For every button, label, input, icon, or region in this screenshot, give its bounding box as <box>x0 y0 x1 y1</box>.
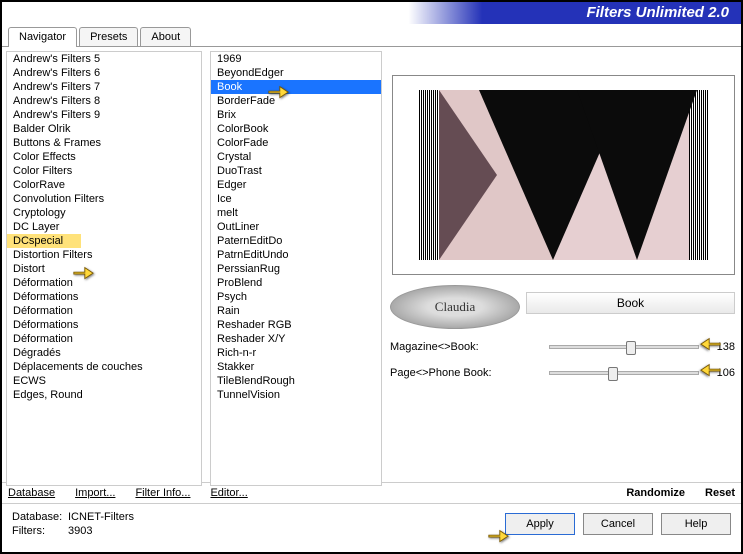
db-label: Database: <box>12 510 68 524</box>
list-item[interactable]: Edges, Round <box>7 388 201 402</box>
list-item[interactable]: Cryptology <box>7 206 201 220</box>
list-item[interactable]: Déformations <box>7 318 201 332</box>
param-value: 106 <box>707 367 735 379</box>
list-item[interactable]: Book <box>211 80 381 94</box>
category-list[interactable]: Andrew's Filters 5Andrew's Filters 6Andr… <box>6 51 202 486</box>
preview-frame <box>392 75 735 275</box>
list-item[interactable]: DCspecial <box>7 234 81 248</box>
param-slider[interactable] <box>549 371 699 375</box>
list-item[interactable]: DC Layer <box>7 220 201 234</box>
list-item[interactable]: ColorBook <box>211 122 381 136</box>
import-link[interactable]: Import... <box>75 487 115 499</box>
watermark-badge: Claudia <box>390 285 520 329</box>
list-item[interactable]: Ice <box>211 192 381 206</box>
param-slider[interactable] <box>549 345 699 349</box>
list-item[interactable]: Brix <box>211 108 381 122</box>
list-item[interactable]: ColorRave <box>7 178 201 192</box>
help-button[interactable]: Help <box>661 513 731 535</box>
param-row: Magazine<>Book: 138 <box>390 337 735 357</box>
parameter-panel: Magazine<>Book: 138 Page<>Phone Book: 106 <box>390 337 735 389</box>
list-item[interactable]: PerssianRug <box>211 262 381 276</box>
list-item[interactable]: Déformations <box>7 290 201 304</box>
preview-image <box>419 90 709 260</box>
tab-strip: Navigator Presets About <box>2 24 741 46</box>
filter-list[interactable]: 1969BeyondEdgerBookBorderFadeBrixColorBo… <box>210 51 382 486</box>
current-filter-title: Book <box>526 292 735 314</box>
list-item[interactable]: Déformation <box>7 276 201 290</box>
filters-label: Filters: <box>12 524 68 538</box>
tab-presets[interactable]: Presets <box>79 27 138 46</box>
list-item[interactable]: Déformation <box>7 332 201 346</box>
tab-about[interactable]: About <box>140 27 191 46</box>
list-item[interactable]: Andrew's Filters 7 <box>7 80 201 94</box>
param-label: Page<>Phone Book: <box>390 367 541 379</box>
cancel-button[interactable]: Cancel <box>583 513 653 535</box>
main-content: Andrew's Filters 5Andrew's Filters 6Andr… <box>2 46 741 482</box>
list-item[interactable]: TileBlendRough <box>211 374 381 388</box>
tab-navigator[interactable]: Navigator <box>8 27 77 47</box>
param-label: Magazine<>Book: <box>390 341 541 353</box>
list-item[interactable]: Crystal <box>211 150 381 164</box>
list-item[interactable]: 1969 <box>211 52 381 66</box>
list-item[interactable]: Convolution Filters <box>7 192 201 206</box>
right-panel: Claudia Book Magazine<>Book: 138 Page<>Pho… <box>386 47 741 482</box>
list-item[interactable]: Déformation <box>7 304 201 318</box>
list-item[interactable]: Stakker <box>211 360 381 374</box>
list-item[interactable]: Distortion Filters <box>7 248 201 262</box>
list-item[interactable]: OutLiner <box>211 220 381 234</box>
list-item[interactable]: Andrew's Filters 6 <box>7 66 201 80</box>
randomize-link[interactable]: Randomize <box>626 487 685 499</box>
list-item[interactable]: DuoTrast <box>211 164 381 178</box>
list-item[interactable]: Balder Olrik <box>7 122 201 136</box>
list-item[interactable]: PatrnEditUndo <box>211 248 381 262</box>
footer: Database:ICNET-Filters Filters:3903 Appl… <box>2 503 741 544</box>
editor-link[interactable]: Editor... <box>210 487 247 499</box>
list-item[interactable]: BeyondEdger <box>211 66 381 80</box>
list-item[interactable]: ProBlend <box>211 276 381 290</box>
db-value: ICNET-Filters <box>68 511 134 523</box>
title-bar: Filters Unlimited 2.0 <box>2 2 741 24</box>
list-item[interactable]: PaternEditDo <box>211 234 381 248</box>
list-item[interactable]: Reshader X/Y <box>211 332 381 346</box>
list-item[interactable]: Buttons & Frames <box>7 136 201 150</box>
filters-value: 3903 <box>68 525 92 537</box>
param-row: Page<>Phone Book: 106 <box>390 363 735 383</box>
list-item[interactable]: melt <box>211 206 381 220</box>
filter-info-link[interactable]: Filter Info... <box>135 487 190 499</box>
list-item[interactable]: Dégradés <box>7 346 201 360</box>
list-item[interactable]: Andrew's Filters 9 <box>7 108 201 122</box>
list-item[interactable]: Andrew's Filters 5 <box>7 52 201 66</box>
list-item[interactable]: Distort <box>7 262 201 276</box>
reset-link[interactable]: Reset <box>705 487 735 499</box>
apply-button[interactable]: Apply <box>505 513 575 535</box>
list-item[interactable]: Color Filters <box>7 164 201 178</box>
list-item[interactable]: TunnelVision <box>211 388 381 402</box>
list-item[interactable]: ECWS <box>7 374 201 388</box>
list-item[interactable]: Psych <box>211 290 381 304</box>
list-item[interactable]: Andrew's Filters 8 <box>7 94 201 108</box>
param-value: 138 <box>707 341 735 353</box>
list-item[interactable]: Color Effects <box>7 150 201 164</box>
list-item[interactable]: ColorFade <box>211 136 381 150</box>
list-item[interactable]: Rich-n-r <box>211 346 381 360</box>
list-item[interactable]: BorderFade <box>211 94 381 108</box>
status-info: Database:ICNET-Filters Filters:3903 <box>12 510 134 538</box>
list-item[interactable]: Reshader RGB <box>211 318 381 332</box>
list-item[interactable]: Rain <box>211 304 381 318</box>
list-item[interactable]: Déplacements de couches <box>7 360 201 374</box>
db-link[interactable]: Database <box>8 487 55 499</box>
list-item[interactable]: Edger <box>211 178 381 192</box>
